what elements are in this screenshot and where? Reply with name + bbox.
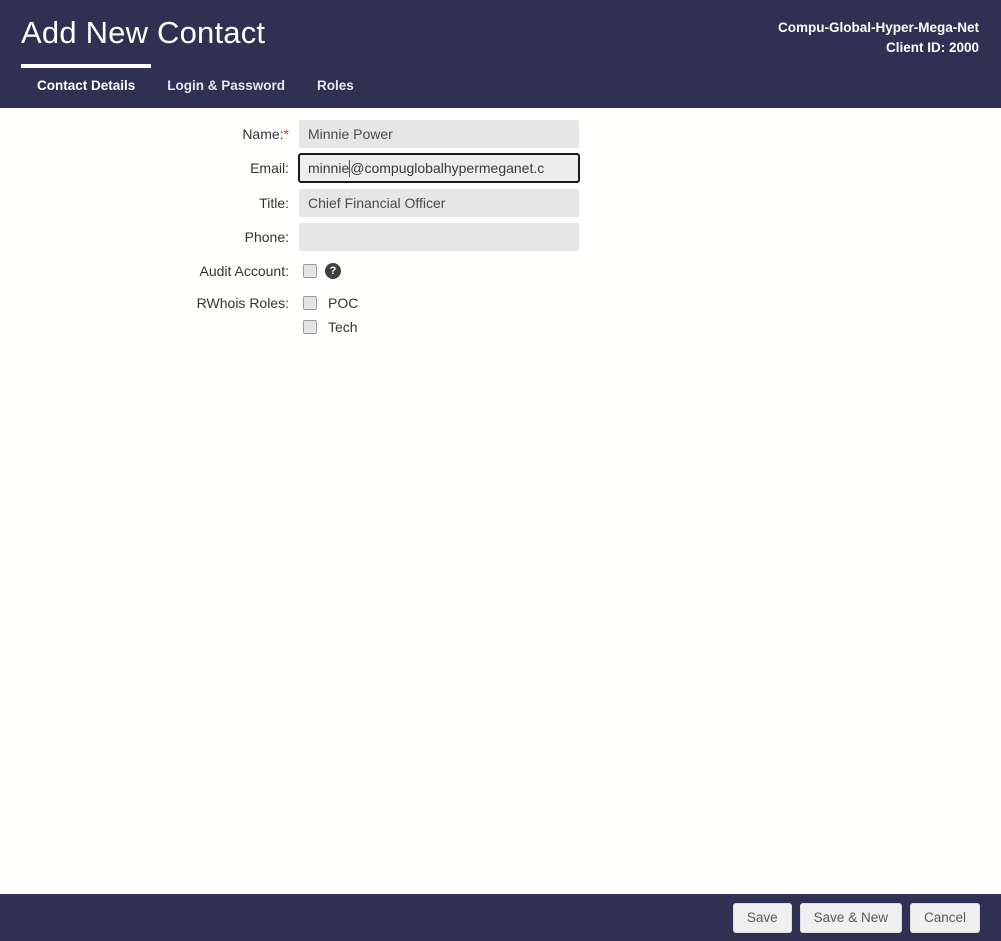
email-value-before-caret: minnie xyxy=(308,160,350,176)
rwhois-role-poc-label: POC xyxy=(328,295,359,311)
save-button[interactable]: Save xyxy=(732,902,792,933)
save-and-new-button[interactable]: Save & New xyxy=(799,902,902,933)
client-org-name: Compu-Global-Hyper-Mega-Net xyxy=(777,20,979,35)
question-mark-icon[interactable]: ? xyxy=(325,263,341,279)
rwhois-roles-group: POC Tech xyxy=(299,291,358,339)
rwhois-role-tech-checkbox[interactable] xyxy=(303,320,317,334)
rwhois-role-poc: POC xyxy=(299,291,358,315)
form-row-email: Email: minnie @compuglobalhypermeganet.c xyxy=(0,153,1001,183)
name-field-wrap: Minnie Power xyxy=(299,120,579,148)
audit-account-checkbox[interactable] xyxy=(303,264,317,278)
form-row-rwhois-roles: RWhois Roles: POC Tech xyxy=(0,291,1001,339)
form-row-audit-account: Audit Account: ? xyxy=(0,259,1001,283)
required-asterisk: * xyxy=(283,126,289,142)
form-row-phone: Phone: xyxy=(0,223,1001,251)
email-input[interactable]: minnie @compuglobalhypermeganet.c xyxy=(298,153,580,183)
rwhois-role-poc-checkbox[interactable] xyxy=(303,296,317,310)
rwhois-role-tech-label: Tech xyxy=(328,319,358,335)
tab-roles[interactable]: Roles xyxy=(301,64,370,108)
cancel-button[interactable]: Cancel xyxy=(909,902,980,933)
rwhois-role-tech: Tech xyxy=(299,315,358,339)
page-title: Add New Contact xyxy=(21,15,266,50)
name-input[interactable]: Minnie Power xyxy=(299,120,579,148)
tab-bar: Contact Details Login & Password Roles xyxy=(21,64,370,108)
title-label: Title: xyxy=(259,195,289,211)
name-label: Name:* xyxy=(0,120,299,148)
audit-account-field-wrap: ? xyxy=(299,259,341,283)
title-input[interactable]: Chief Financial Officer xyxy=(299,189,579,217)
client-id: Client ID: 2000 xyxy=(885,40,979,55)
name-label-text: Name: xyxy=(242,126,284,142)
email-label: Email: xyxy=(250,160,289,176)
email-value-after-caret: @compuglobalhypermeganet.c xyxy=(350,160,545,176)
tab-login-password[interactable]: Login & Password xyxy=(151,64,301,108)
client-info: Compu-Global-Hyper-Mega-Net Client ID: 2… xyxy=(778,18,979,58)
tab-contact-details[interactable]: Contact Details xyxy=(21,64,152,108)
form-row-name: Name:* Minnie Power xyxy=(0,120,1001,148)
phone-input[interactable] xyxy=(299,223,579,251)
contact-details-form: Name:* Minnie Power Email: minnie @compug… xyxy=(0,108,1001,339)
audit-account-label: Audit Account: xyxy=(199,263,289,279)
action-footer: Save Save & New Cancel xyxy=(0,894,1001,941)
rwhois-roles-label: RWhois Roles: xyxy=(196,295,289,311)
phone-field-wrap xyxy=(299,223,579,251)
email-field-wrap: minnie @compuglobalhypermeganet.c xyxy=(298,153,580,183)
form-row-title: Title: Chief Financial Officer xyxy=(0,189,1001,217)
title-field-wrap: Chief Financial Officer xyxy=(299,189,579,217)
phone-label: Phone: xyxy=(244,229,289,245)
app-header: Add New Contact Compu-Global-Hyper-Mega-… xyxy=(0,0,1001,108)
